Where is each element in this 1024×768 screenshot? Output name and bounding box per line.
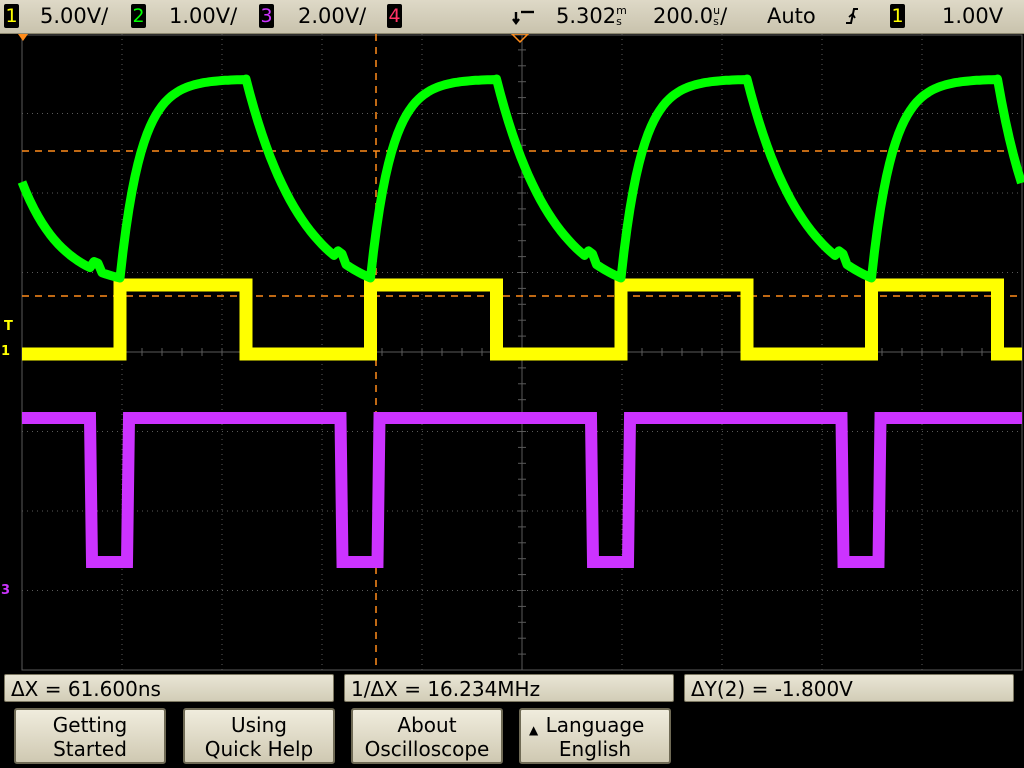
about-oscilloscope-button[interactable]: About Oscilloscope bbox=[351, 708, 503, 764]
scope-graticule bbox=[17, 34, 1024, 671]
softkey-label-line2: English bbox=[558, 737, 632, 761]
time-scale-slash: / bbox=[720, 4, 728, 28]
channel-3-badge[interactable]: 3 bbox=[259, 4, 274, 28]
time-scale-value: 200.0 bbox=[653, 4, 714, 28]
waveform-display[interactable]: T 1 3 bbox=[0, 34, 1024, 671]
delta-y-readout: ΔY(2) = -1.800V bbox=[684, 674, 1014, 702]
trigger-mode[interactable]: Auto bbox=[767, 0, 816, 33]
language-button[interactable]: ▲ Language English bbox=[519, 708, 671, 764]
channel-1-scale: 5.00V/ bbox=[40, 4, 109, 28]
channel-1-number: 1 bbox=[5, 5, 18, 27]
trigger-level[interactable]: 1.00V bbox=[942, 0, 1003, 33]
trigger-source-badge[interactable]: 1 bbox=[890, 4, 905, 28]
delay-reference-icon bbox=[512, 8, 536, 35]
channel-1-badge[interactable]: 1 bbox=[4, 4, 19, 28]
time-delay[interactable]: 5.302 m s bbox=[556, 0, 627, 33]
softkey-label-line1: Language bbox=[545, 713, 645, 737]
time-delay-value: 5.302 bbox=[556, 4, 617, 28]
trigger-marker: T bbox=[4, 320, 13, 333]
delta-x-readout: ΔX = 61.600ns bbox=[4, 674, 334, 702]
channel-2-number: 2 bbox=[132, 5, 145, 27]
x-cursor-marker bbox=[18, 34, 28, 41]
channel-3-ground-marker: 3 bbox=[1, 584, 10, 597]
getting-started-button[interactable]: Getting Started bbox=[14, 708, 166, 764]
up-triangle-icon: ▲ bbox=[529, 723, 539, 737]
trigger-marker-label: T bbox=[4, 319, 13, 334]
channel-3-scale: 2.00V/ bbox=[298, 4, 367, 28]
inverse-delta-x-readout: 1/ΔX = 16.234MHz bbox=[344, 674, 674, 702]
rising-edge-icon[interactable] bbox=[844, 4, 860, 33]
softkey-label-line2: Started bbox=[53, 737, 127, 761]
channel-2-badge[interactable]: 2 bbox=[131, 4, 146, 28]
using-quick-help-button[interactable]: Using Quick Help bbox=[183, 708, 335, 764]
channel-4-number: 4 bbox=[388, 5, 401, 27]
channel-1-ground-label: 1 bbox=[1, 344, 11, 359]
time-scale[interactable]: 200.0 u s / bbox=[653, 0, 727, 33]
time-delay-unit-letter: s bbox=[616, 15, 622, 28]
channel-3-ground-label: 3 bbox=[1, 583, 11, 598]
softkey-label-line1: Using bbox=[231, 713, 287, 737]
softkey-label-line2: Quick Help bbox=[204, 737, 314, 761]
channel-2-scale: 1.00V/ bbox=[169, 4, 238, 28]
trigger-source-number: 1 bbox=[891, 5, 904, 27]
channel-1-ground-marker: 1 bbox=[1, 345, 10, 358]
channel-4-badge[interactable]: 4 bbox=[387, 4, 402, 28]
time-delay-unit: ms bbox=[616, 5, 627, 27]
channel-3-number: 3 bbox=[260, 5, 273, 27]
status-bar: 1 5.00V/ 2 1.00V/ 3 2.00V/ 4 5.302 m s 200… bbox=[0, 0, 1024, 34]
softkey-label-line1: Getting bbox=[52, 713, 128, 737]
softkey-label-line1: About bbox=[397, 713, 457, 737]
softkey-label-line2: Oscilloscope bbox=[364, 737, 490, 761]
